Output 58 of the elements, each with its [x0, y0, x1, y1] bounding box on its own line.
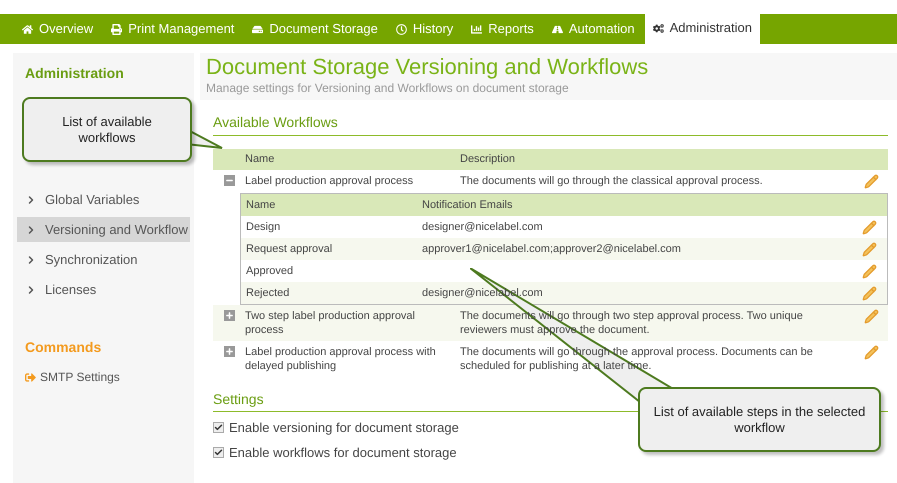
page-subtitle: Manage settings for Versioning and Workflows on document storage — [206, 81, 570, 95]
command-link[interactable]: SMTP Settings — [25, 368, 120, 386]
column-header: Notification Emails — [422, 198, 512, 213]
bar-chart-icon — [471, 24, 482, 34]
checkbox-label: Enable workflows for document storage — [229, 444, 457, 462]
clock-icon — [396, 24, 407, 34]
sidebar-item[interactable]: Global Variables — [17, 187, 190, 212]
table-cell-text: Rejected — [245, 286, 290, 301]
printer-icon — [111, 24, 122, 34]
column-header: Name — [245, 152, 276, 168]
commands-title: Commands — [25, 338, 102, 357]
table-cell-text: Design — [245, 220, 282, 235]
page-title: Document Storage Versioning and Workflows — [206, 53, 650, 81]
nav-tab[interactable]: Automation — [544, 14, 643, 44]
sidebar-item[interactable]: Licenses — [17, 277, 190, 302]
table-cell-text: The documents will go through the classical approval process. — [460, 174, 764, 188]
plus-icon — [224, 311, 234, 320]
gears-icon — [652, 22, 664, 34]
collapse-button[interactable] — [224, 175, 234, 186]
pencil-icon[interactable] — [864, 345, 879, 360]
check-icon — [214, 423, 223, 432]
section-heading: Available Workflows — [213, 112, 888, 136]
nav-tab[interactable]: Administration — [644, 12, 760, 44]
table-cell-text: Approved — [245, 264, 294, 279]
pencil-icon[interactable] — [862, 242, 877, 256]
checkbox[interactable] — [213, 422, 224, 434]
pencil-icon[interactable] — [862, 220, 877, 234]
expand-button[interactable] — [224, 346, 234, 357]
checkbox-label: Enable versioning for document storage — [229, 419, 459, 437]
nav-tab[interactable]: History — [388, 14, 462, 44]
check-icon — [214, 448, 223, 457]
nav-tab[interactable]: Overview — [14, 14, 102, 44]
home-icon — [22, 24, 33, 34]
table-cell-text: Two step label production approval process — [245, 309, 416, 337]
pencil-icon[interactable] — [864, 174, 879, 189]
callout-text: List of available workflows — [61, 114, 153, 146]
sidebar-item[interactable]: Versioning and Workflow — [17, 217, 190, 242]
table-cell-text: Request approval — [245, 242, 334, 257]
table-cell: designer@nicelabel.com — [422, 220, 543, 233]
drive-icon — [252, 24, 264, 34]
nav-tab[interactable]: Reports — [463, 14, 542, 44]
pencil-icon[interactable] — [862, 264, 877, 278]
table-cell: approver1@nicelabel.com;approver2@nicelabel.com — [422, 242, 681, 255]
road-icon — [552, 24, 563, 34]
sign-out-icon — [25, 372, 36, 382]
sidebar-title: Administration — [25, 64, 125, 83]
nav-tab[interactable]: Print Management — [103, 14, 242, 44]
nav-tab[interactable]: Document Storage — [244, 14, 386, 44]
column-header: Description — [460, 152, 516, 168]
sidebar-item[interactable]: Synchronization — [17, 247, 190, 272]
checkbox[interactable] — [213, 446, 224, 458]
column-header: Name — [245, 198, 276, 213]
pencil-icon[interactable] — [864, 309, 879, 324]
table-cell-text: Label production approval process with delayed publishing — [245, 345, 437, 373]
pencil-icon[interactable] — [862, 286, 877, 300]
plus-icon — [224, 347, 234, 356]
expand-button[interactable] — [224, 310, 234, 321]
table-cell-text: Label production approval process — [245, 174, 414, 188]
